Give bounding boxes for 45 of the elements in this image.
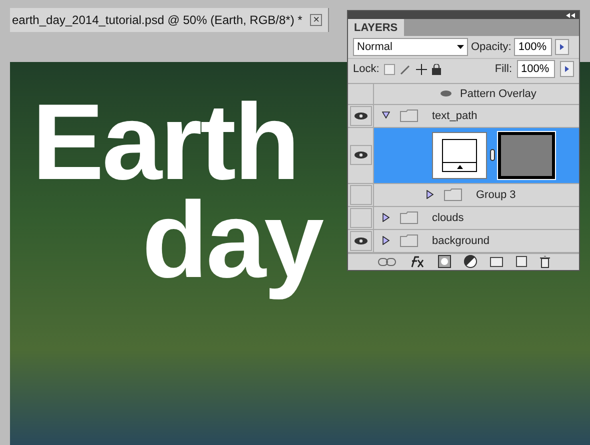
panel-tab[interactable]: LAYERS (348, 19, 404, 36)
visibility-toggle[interactable] (350, 230, 372, 251)
layer-thumbnail (432, 132, 487, 179)
visibility-toggle[interactable] (350, 145, 372, 166)
document-tab[interactable]: earth_day_2014_tutorial.psd @ 50% (Earth, RGB/8*) * × (10, 8, 330, 32)
eye-icon[interactable] (440, 90, 452, 98)
visibility-toggle[interactable] (350, 208, 372, 228)
expanded-triangle-icon[interactable] (382, 111, 390, 120)
layer-row[interactable]: background (348, 230, 579, 253)
layer-name: clouds (432, 210, 464, 226)
close-button[interactable]: × (310, 14, 322, 26)
canvas-headline: day (142, 179, 322, 302)
effect-name: Pattern Overlay (460, 86, 536, 102)
collapsed-triangle-icon[interactable] (382, 213, 390, 222)
opacity-label: Opacity: (471, 40, 512, 56)
link-icon[interactable] (378, 258, 396, 266)
layer-row[interactable]: Group 3 (348, 184, 579, 207)
fill-label: Fill: (494, 62, 512, 77)
collapsed-triangle-icon[interactable] (382, 236, 390, 246)
fill-field[interactable]: 100% (517, 60, 555, 78)
fx-icon[interactable] (408, 256, 424, 268)
visibility-toggle[interactable] (350, 184, 372, 205)
mask-thumbnail (498, 132, 555, 179)
layer-row[interactable]: text_path (348, 104, 579, 128)
eye-icon (354, 236, 368, 245)
layer-row[interactable]: clouds (348, 206, 579, 230)
layer-name: background (432, 234, 490, 249)
eye-icon (354, 112, 368, 120)
layer-name: Group 3 (476, 188, 516, 203)
mask-icon[interactable] (438, 255, 450, 268)
move-icon[interactable] (416, 64, 428, 75)
visibility-toggle[interactable] (350, 106, 372, 126)
lock-label: Lock: (353, 62, 380, 77)
layer-row[interactable] (348, 128, 579, 184)
chain-link-icon (490, 149, 495, 162)
document-title: earth_day_2014_tutorial.psd @ 50% (Earth, RGB/8*) * (12, 12, 302, 29)
blend-mode-dropdown[interactable]: Normal (353, 38, 468, 56)
trash-icon[interactable] (540, 256, 550, 268)
layer-name: text_path (432, 108, 478, 124)
eye-icon (354, 151, 368, 160)
lock-icon[interactable] (432, 64, 442, 75)
opacity-field[interactable]: 100% (514, 38, 552, 56)
collapsed-triangle-icon[interactable] (426, 190, 434, 200)
half-circle-icon[interactable] (464, 255, 476, 268)
dropdown-caret-icon (457, 45, 464, 50)
